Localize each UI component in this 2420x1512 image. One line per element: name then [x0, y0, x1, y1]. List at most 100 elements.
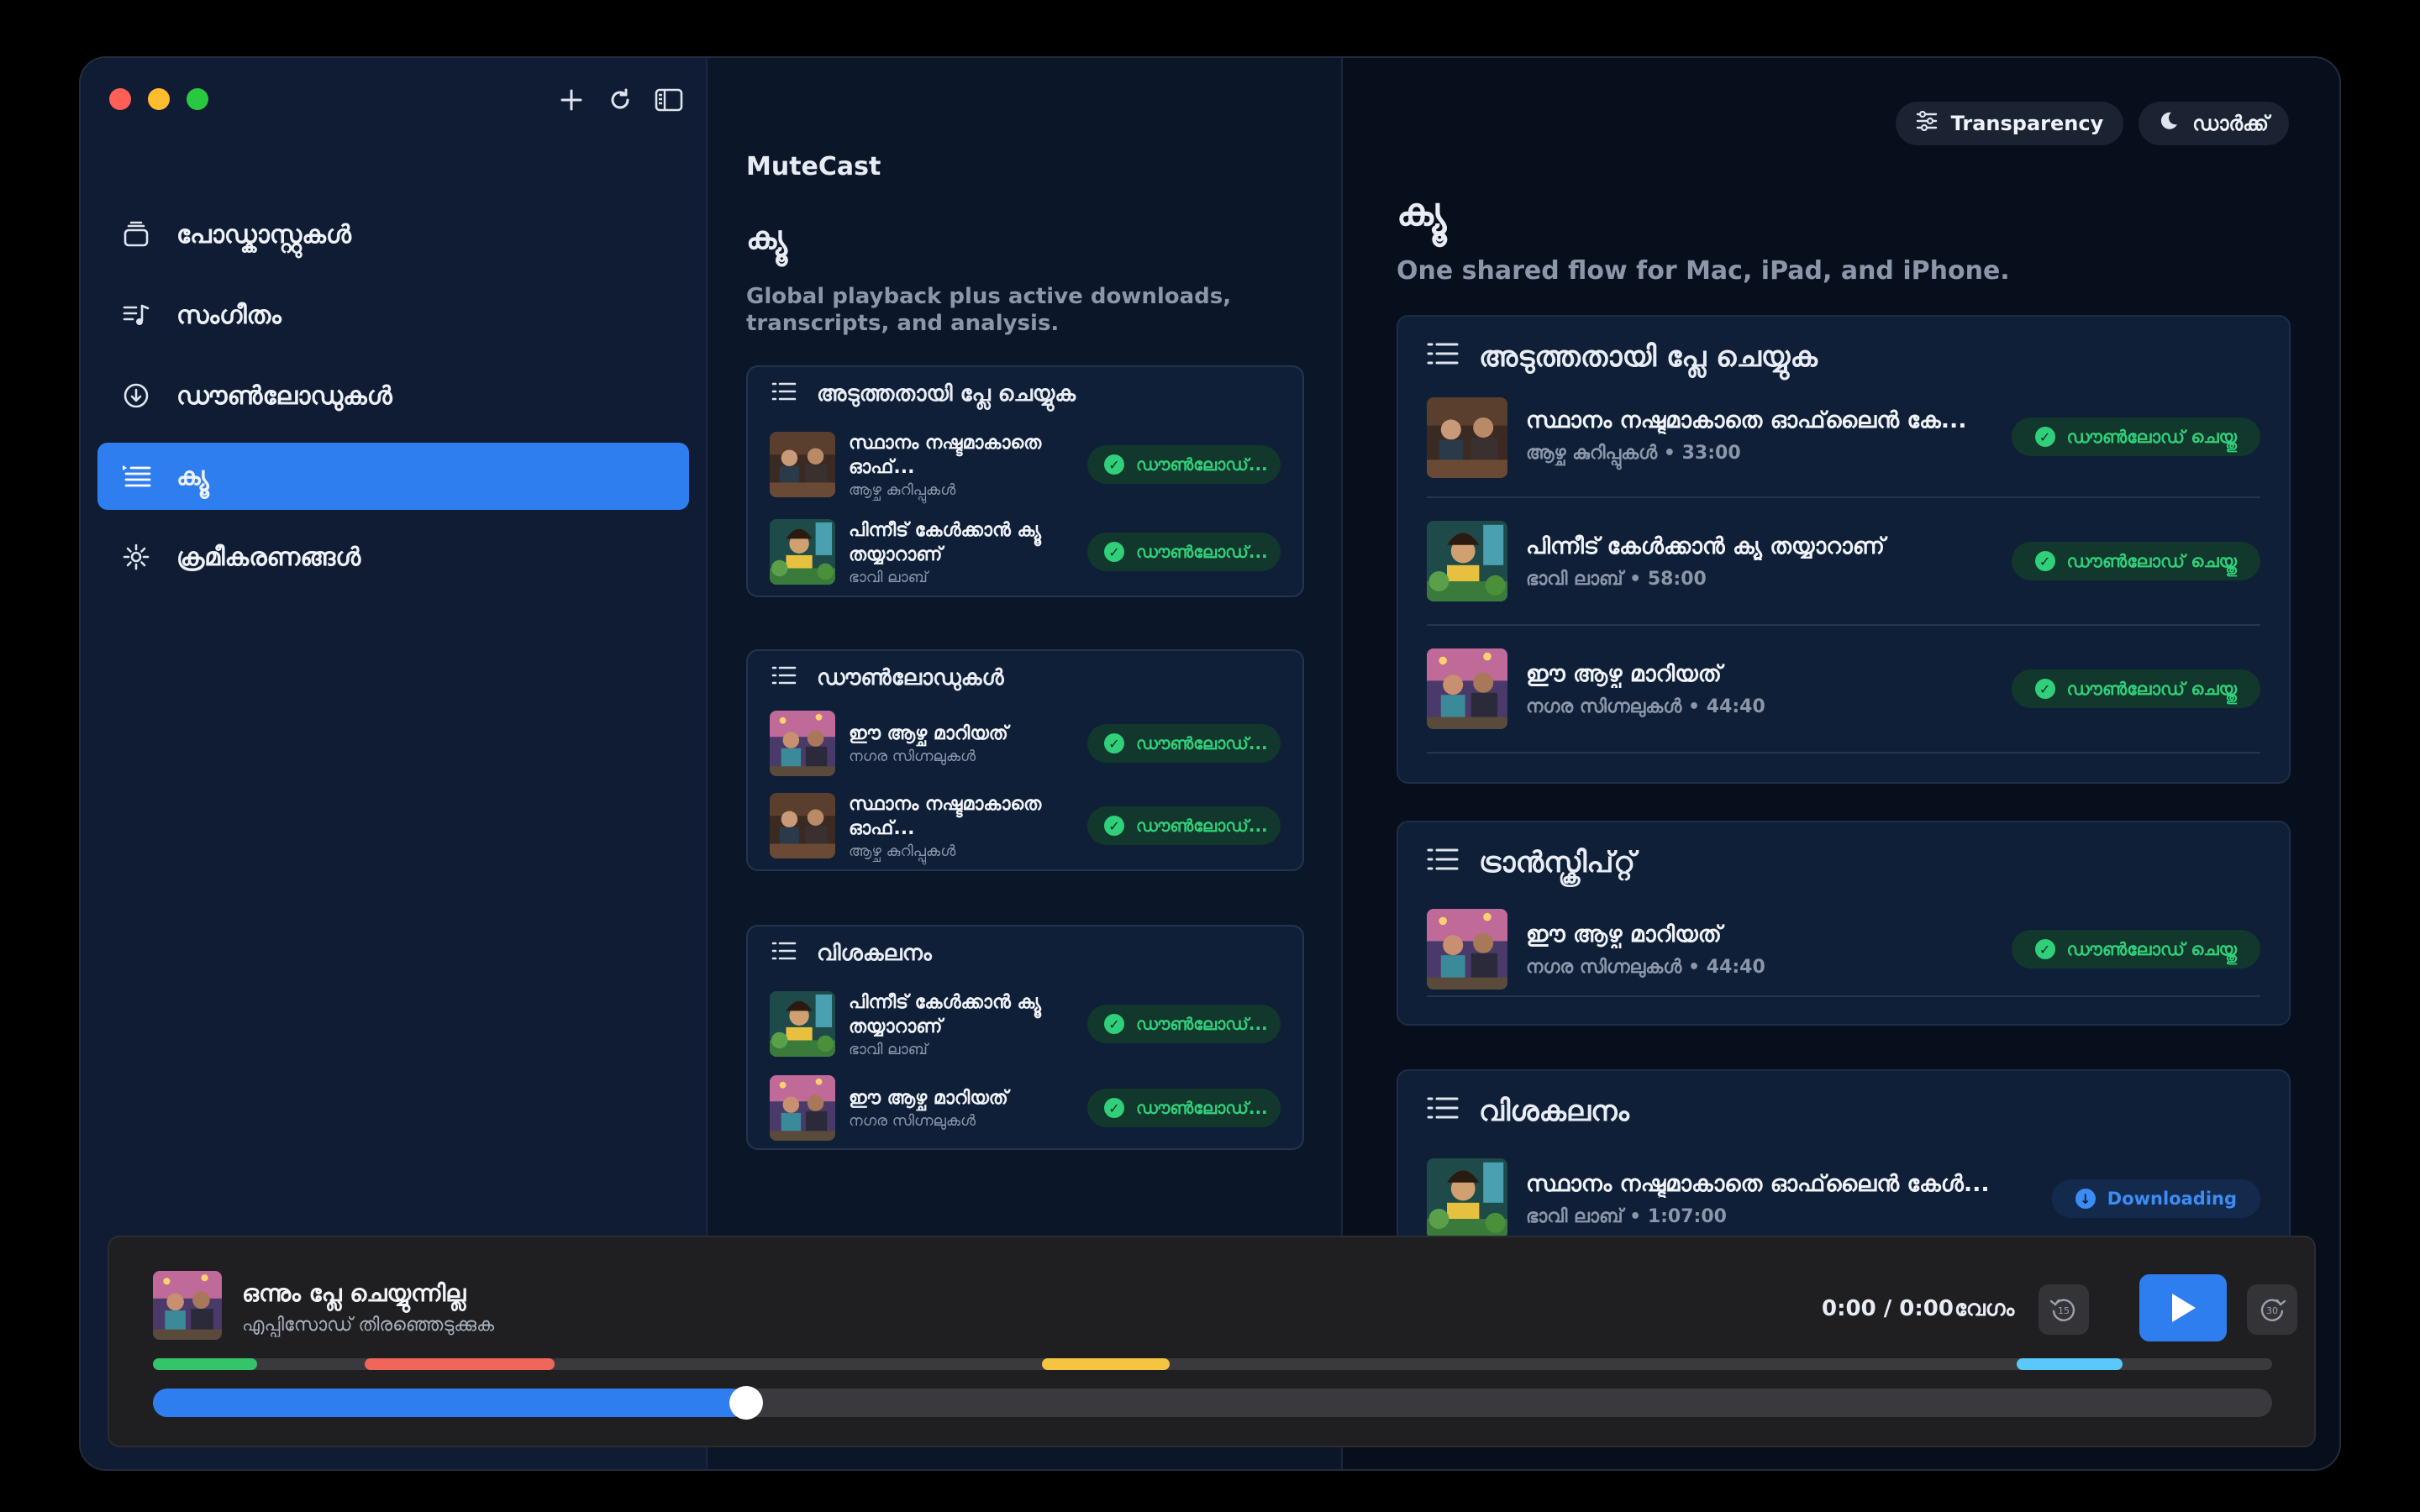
sidebar-item-music[interactable]: സംഗീതം: [97, 281, 689, 349]
status-label: ഡൗൺലോഡ്...: [1136, 816, 1268, 836]
list-item[interactable]: പിന്നീട് കേൾക്കാൻ ക്യൂ തയ്യാറാണ് ഭാവി ലാബ…: [748, 980, 1302, 1068]
sidebar-nav: പോഡ്കാസ്റ്റുകൾ സംഗീതം ഡൗൺലോഡുകൾ ക്യൂ ക്ര…: [97, 201, 689, 604]
list-item[interactable]: സ്ഥാനം നഷ്ടമാകാതെ ഓഫ്... ആഴ്ച കുറിപ്പുകൾ …: [748, 782, 1302, 869]
episode-artwork-lab: [1427, 1158, 1507, 1239]
page-title: ക്യൂ: [746, 219, 788, 256]
episode-meta: ഭാവി ലാബ് • 1:07:00: [1526, 1205, 1727, 1227]
list-icon: [771, 381, 798, 407]
episode-meta: നഗര സിഗ്നലുകൾ • 44:40: [1526, 696, 1765, 717]
status-label: ഡൗൺലോഡ്...: [1136, 1098, 1268, 1118]
list-item[interactable]: സ്ഥാനം നഷ്ടമാകാതെ ഓഫ്... ആഴ്ച കുറിപ്പുകൾ …: [748, 421, 1302, 508]
episode-artwork-cafe: [1427, 397, 1507, 478]
queue-list-icon: [119, 459, 153, 493]
status-badge: ✓ ഡൗൺലോഡ്...: [1087, 724, 1281, 763]
checkmark-icon: ✓: [2034, 551, 2055, 571]
sidebar-item-podcasts[interactable]: പോഡ്കാസ്റ്റുകൾ: [97, 201, 689, 268]
section-header: വിശകലനം: [1398, 1071, 2289, 1152]
transparency-button[interactable]: Transparency: [1895, 102, 2124, 145]
scrubber-handle[interactable]: [729, 1386, 764, 1420]
table-row[interactable]: ഈ ആഴ്ച മാറിയത് നഗര സിഗ്നലുകൾ • 44:40 ✓ ഡൗൺ…: [1427, 626, 2260, 753]
episode-artwork-street: [770, 1075, 835, 1141]
status-badge: ✓ ഡൗൺലോഡ്...: [1087, 806, 1281, 845]
downloads-card: ഡൗൺലോഡുകൾ ഈ ആഴ്ച മാറിയത് നഗര സിഗ്നലുകൾ ✓ ഡ…: [746, 649, 1304, 871]
episode-artwork-lab: [770, 991, 835, 1057]
show-name: നഗര സിഗ്നലുകൾ: [849, 1112, 976, 1130]
show-name: ഭാവി ലാബ്: [849, 568, 928, 586]
episode-title: സ്ഥാനം നഷ്ടമാകാതെ ഓഫ്...: [849, 793, 1042, 839]
table-row[interactable]: പിന്നീട് കേൾക്കാൻ ക്യൂ തയ്യാറാണ് ഭാവി ലാബ…: [1427, 498, 2260, 626]
show-name: നഗര സിഗ്നലുകൾ: [849, 748, 976, 765]
list-item[interactable]: ഈ ആഴ്ച മാറിയത് നഗര സിഗ്നലുകൾ ✓ ഡൗൺലോഡ്...: [748, 1068, 1302, 1148]
episode-artwork-street: [1427, 648, 1507, 729]
close-window-button[interactable]: [109, 88, 131, 110]
podcast-stack-icon: [119, 218, 153, 251]
skip-forward-30-button[interactable]: 30: [2247, 1284, 2297, 1335]
table-row[interactable]: സ്ഥാനം നഷ്ടമാകാതെ ഓഫ്‌ലൈൻ കേൾ... ഭാവി ലാബ…: [1427, 1152, 2260, 1246]
chapter-segment[interactable]: [1042, 1358, 1170, 1370]
list-item[interactable]: പിന്നീട് കേൾക്കാൻ ക്യൂ തയ്യാറാണ് ഭാവി ലാബ…: [748, 508, 1302, 596]
card-header: അടുത്തതായി പ്ലേ ചെയ്യുക: [748, 367, 1302, 421]
chapter-markers-track: [153, 1358, 2272, 1370]
status-badge: ↓ Downloading: [2051, 1179, 2260, 1218]
card-header: വിശകലനം: [748, 927, 1302, 980]
moon-icon: [2159, 111, 2179, 136]
sidebar-item-label: സംഗീതം: [176, 300, 281, 330]
sidebar-item-label: ഡൗൺലോഡുകൾ: [176, 381, 392, 411]
svg-text:15: 15: [2058, 1305, 2070, 1316]
episode-artwork-street: [1427, 909, 1507, 990]
minimize-window-button[interactable]: [148, 88, 170, 110]
play-button[interactable]: [2139, 1274, 2227, 1341]
skip-forward-icon: 30: [2260, 1299, 2286, 1321]
status-label: ഡൗൺലോഡ്...: [1136, 733, 1268, 753]
list-icon: [771, 665, 798, 691]
status-label: ഡൗൺലോഡ്...: [1136, 542, 1268, 562]
sidebar-toggle-icon[interactable]: [652, 83, 686, 117]
zoom-window-button[interactable]: [187, 88, 208, 110]
show-name: ആഴ്ച കുറിപ്പുകൾ: [849, 480, 956, 499]
app-window: പോഡ്കാസ്റ്റുകൾ സംഗീതം ഡൗൺലോഡുകൾ ക്യൂ ക്ര…: [79, 56, 2341, 1471]
up-next-section: അടുത്തതായി പ്ലേ ചെയ്യുക സ്ഥാനം നഷ്ടമാകാത…: [1397, 315, 2291, 784]
status-badge: ✓ ഡൗൺലോഡ്...: [1087, 1089, 1281, 1127]
list-item[interactable]: ഈ ആഴ്ച മാറിയത് നഗര സിഗ്നലുകൾ ✓ ഡൗൺലോഡ്...: [748, 705, 1302, 782]
detail-subtitle: One shared flow for Mac, iPad, and iPhon…: [1397, 256, 2010, 286]
refresh-icon[interactable]: [603, 83, 637, 117]
add-icon[interactable]: [555, 83, 588, 117]
now-playing-artwork: [153, 1271, 222, 1340]
episode-title: സ്ഥാനം നഷ്ടമാകാതെ ഓഫ്...: [849, 432, 1042, 478]
chapter-segment[interactable]: [365, 1358, 555, 1370]
button-label: ഡാർക്ക്: [2192, 112, 2269, 135]
skip-back-icon: 15: [2049, 1299, 2075, 1321]
chapter-segment[interactable]: [2017, 1358, 2123, 1370]
episode-title: ഈ ആഴ്ച മാറിയത്: [849, 1088, 1008, 1109]
episode-meta: നഗര സിഗ്നലുകൾ • 44:40: [1526, 956, 1765, 978]
section-header: അടുത്തതായി പ്ലേ ചെയ്യുക: [1398, 317, 2289, 397]
section-title: വിശകലനം: [1479, 1095, 1629, 1128]
checkmark-icon: ✓: [2034, 679, 2055, 699]
top-toolbar: Transparency ഡാർക്ക്: [1895, 102, 2289, 145]
status-badge: ✓ ഡൗൺലോഡ്...: [1087, 445, 1281, 484]
section-title: അടുത്തതായി പ്ലേ ചെയ്യുക: [1479, 340, 1818, 374]
skip-back-15-button[interactable]: 15: [2039, 1284, 2089, 1335]
playback-scrubber[interactable]: [153, 1386, 2272, 1420]
episode-title: സ്ഥാനം നഷ്ടമാകാതെ ഓഫ്‌ലൈൻ കേൾ...: [1526, 1170, 1990, 1197]
section-title: ട്രാൻസ്ക്രിപ്റ്റ്: [1479, 846, 1636, 879]
now-playing-bar: ഒന്നും പ്ലേ ചെയ്യുന്നില്ല എപ്പിസോഡ് തിരഞ…: [108, 1236, 2316, 1447]
status-badge: ✓ ഡൗൺലോഡ് ചെയ്തു: [2011, 930, 2260, 969]
episode-artwork-lab: [770, 519, 835, 585]
sidebar-item-queue[interactable]: ക്യൂ: [97, 443, 689, 510]
checkmark-icon: ✓: [2034, 939, 2055, 959]
speed-button[interactable]: വേഗം: [1954, 1296, 2014, 1322]
checkmark-icon: ✓: [1104, 1014, 1124, 1034]
chapter-segment[interactable]: [153, 1358, 257, 1370]
checkmark-icon: ✓: [1104, 454, 1124, 475]
status-label: ഡൗൺലോഡ് ചെയ്തു: [2066, 426, 2237, 447]
sidebar-item-settings[interactable]: ക്രമീകരണങ്ങൾ: [97, 523, 689, 591]
status-badge: ✓ ഡൗൺലോഡ് ചെയ്തു: [2011, 542, 2260, 580]
download-arrow-icon: ↓: [2075, 1189, 2096, 1209]
table-row[interactable]: സ്ഥാനം നഷ്ടമാകാതെ ഓഫ്‌ലൈൻ കേ... ആഴ്ച കുറി…: [1427, 397, 2260, 498]
theme-toggle-button[interactable]: ഡാർക്ക്: [2139, 102, 2289, 145]
checkmark-icon: ✓: [1104, 733, 1124, 753]
table-row[interactable]: ഈ ആഴ്ച മാറിയത് നഗര സിഗ്നലുകൾ • 44:40 ✓ ഡൗൺ…: [1427, 903, 2260, 997]
status-label: ഡൗൺലോഡ് ചെയ്തു: [2066, 550, 2237, 571]
sidebar-item-downloads[interactable]: ഡൗൺലോഡുകൾ: [97, 362, 689, 429]
